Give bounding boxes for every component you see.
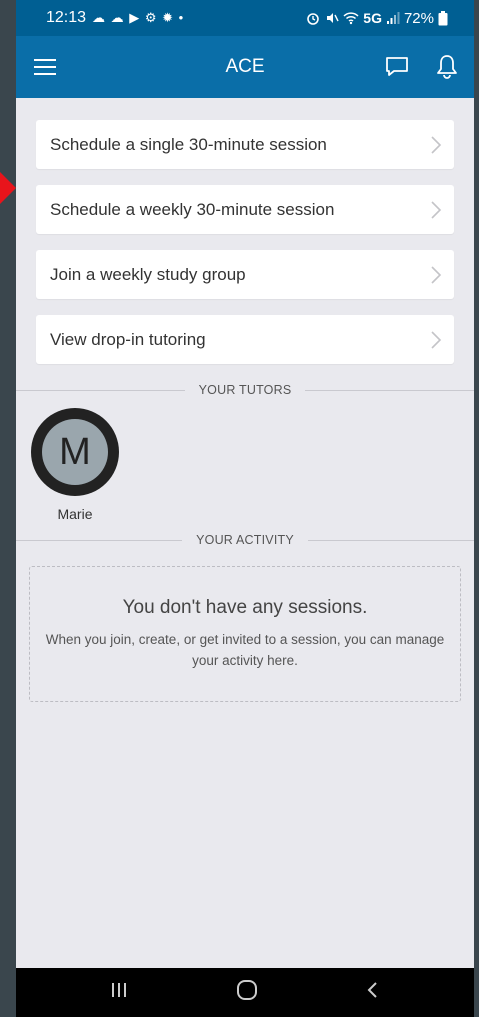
avatar: M: [31, 408, 119, 496]
app-bar-actions: [384, 54, 458, 80]
app-bar: ACE: [16, 36, 474, 98]
schedule-single-session-button[interactable]: Schedule a single 30-minute session: [36, 120, 454, 169]
wifi-icon: [343, 12, 359, 25]
recent-apps-icon: [112, 983, 127, 997]
battery-percent: 72%: [403, 9, 434, 27]
back-icon: [367, 982, 377, 998]
android-nav-bar: [16, 968, 474, 1017]
empty-activity-text: When you join, create, or get invited to…: [45, 632, 445, 668]
status-bar: 12:13 ☁ ☁ ▶ ⚙ ✹ • 5G 72%: [16, 0, 474, 36]
network-type: 5G: [363, 10, 382, 26]
empty-activity-title: You don't have any sessions.: [122, 597, 368, 618]
menu-item-label: Schedule a weekly 30-minute session: [50, 199, 335, 219]
schedule-weekly-session-button[interactable]: Schedule a weekly 30-minute session: [36, 185, 454, 234]
home-button[interactable]: [236, 979, 258, 1006]
bell-icon[interactable]: [436, 54, 458, 80]
empty-activity-box: You don't have any sessions. When you jo…: [29, 566, 461, 702]
recent-apps-button[interactable]: [109, 980, 129, 1005]
notification-icons: ☁ ☁ ▶ ⚙ ✹ •: [92, 10, 185, 25]
divider-line: [16, 539, 183, 541]
divider-line: [305, 389, 474, 391]
join-study-group-button[interactable]: Join a weekly study group: [36, 250, 454, 299]
tutors-section-divider: YOUR TUTORS: [16, 380, 474, 400]
phone-screen: 12:13 ☁ ☁ ▶ ⚙ ✹ • 5G 72% ACE Schedule a …: [16, 0, 474, 1017]
red-pointer-arrow: [0, 172, 16, 204]
status-right: 5G 72%: [305, 10, 448, 27]
alarm-icon: [307, 13, 320, 25]
divider-line: [16, 389, 185, 391]
tutor-name: Marie: [57, 506, 93, 522]
chevron-right-icon: [431, 135, 442, 154]
menu-item-label: View drop-in tutoring: [50, 329, 206, 349]
main-content: Schedule a single 30-minute session Sche…: [16, 98, 474, 702]
status-left: 12:13 ☁ ☁ ▶ ⚙ ✹ •: [46, 9, 184, 27]
avatar-initial: M: [42, 419, 108, 485]
battery-icon: [438, 10, 448, 25]
activity-heading: YOUR ACTIVITY: [196, 533, 294, 547]
divider-line: [307, 539, 474, 541]
chevron-right-icon: [431, 330, 442, 349]
menu-item-label: Join a weekly study group: [50, 264, 246, 284]
tutor-card[interactable]: M Marie: [30, 408, 120, 522]
signal-icon: [386, 12, 400, 24]
chat-icon[interactable]: [384, 55, 410, 79]
menu-icon[interactable]: [34, 57, 58, 77]
mute-icon: [327, 13, 339, 23]
chevron-right-icon: [431, 200, 442, 219]
tutors-heading: YOUR TUTORS: [198, 383, 292, 397]
activity-section-divider: YOUR ACTIVITY: [16, 530, 474, 550]
back-button[interactable]: [365, 980, 381, 1005]
menu-item-label: Schedule a single 30-minute session: [50, 134, 327, 154]
home-icon: [236, 980, 257, 1000]
status-time: 12:13: [46, 9, 87, 26]
chevron-right-icon: [431, 265, 442, 284]
view-drop-in-tutoring-button[interactable]: View drop-in tutoring: [36, 315, 454, 364]
